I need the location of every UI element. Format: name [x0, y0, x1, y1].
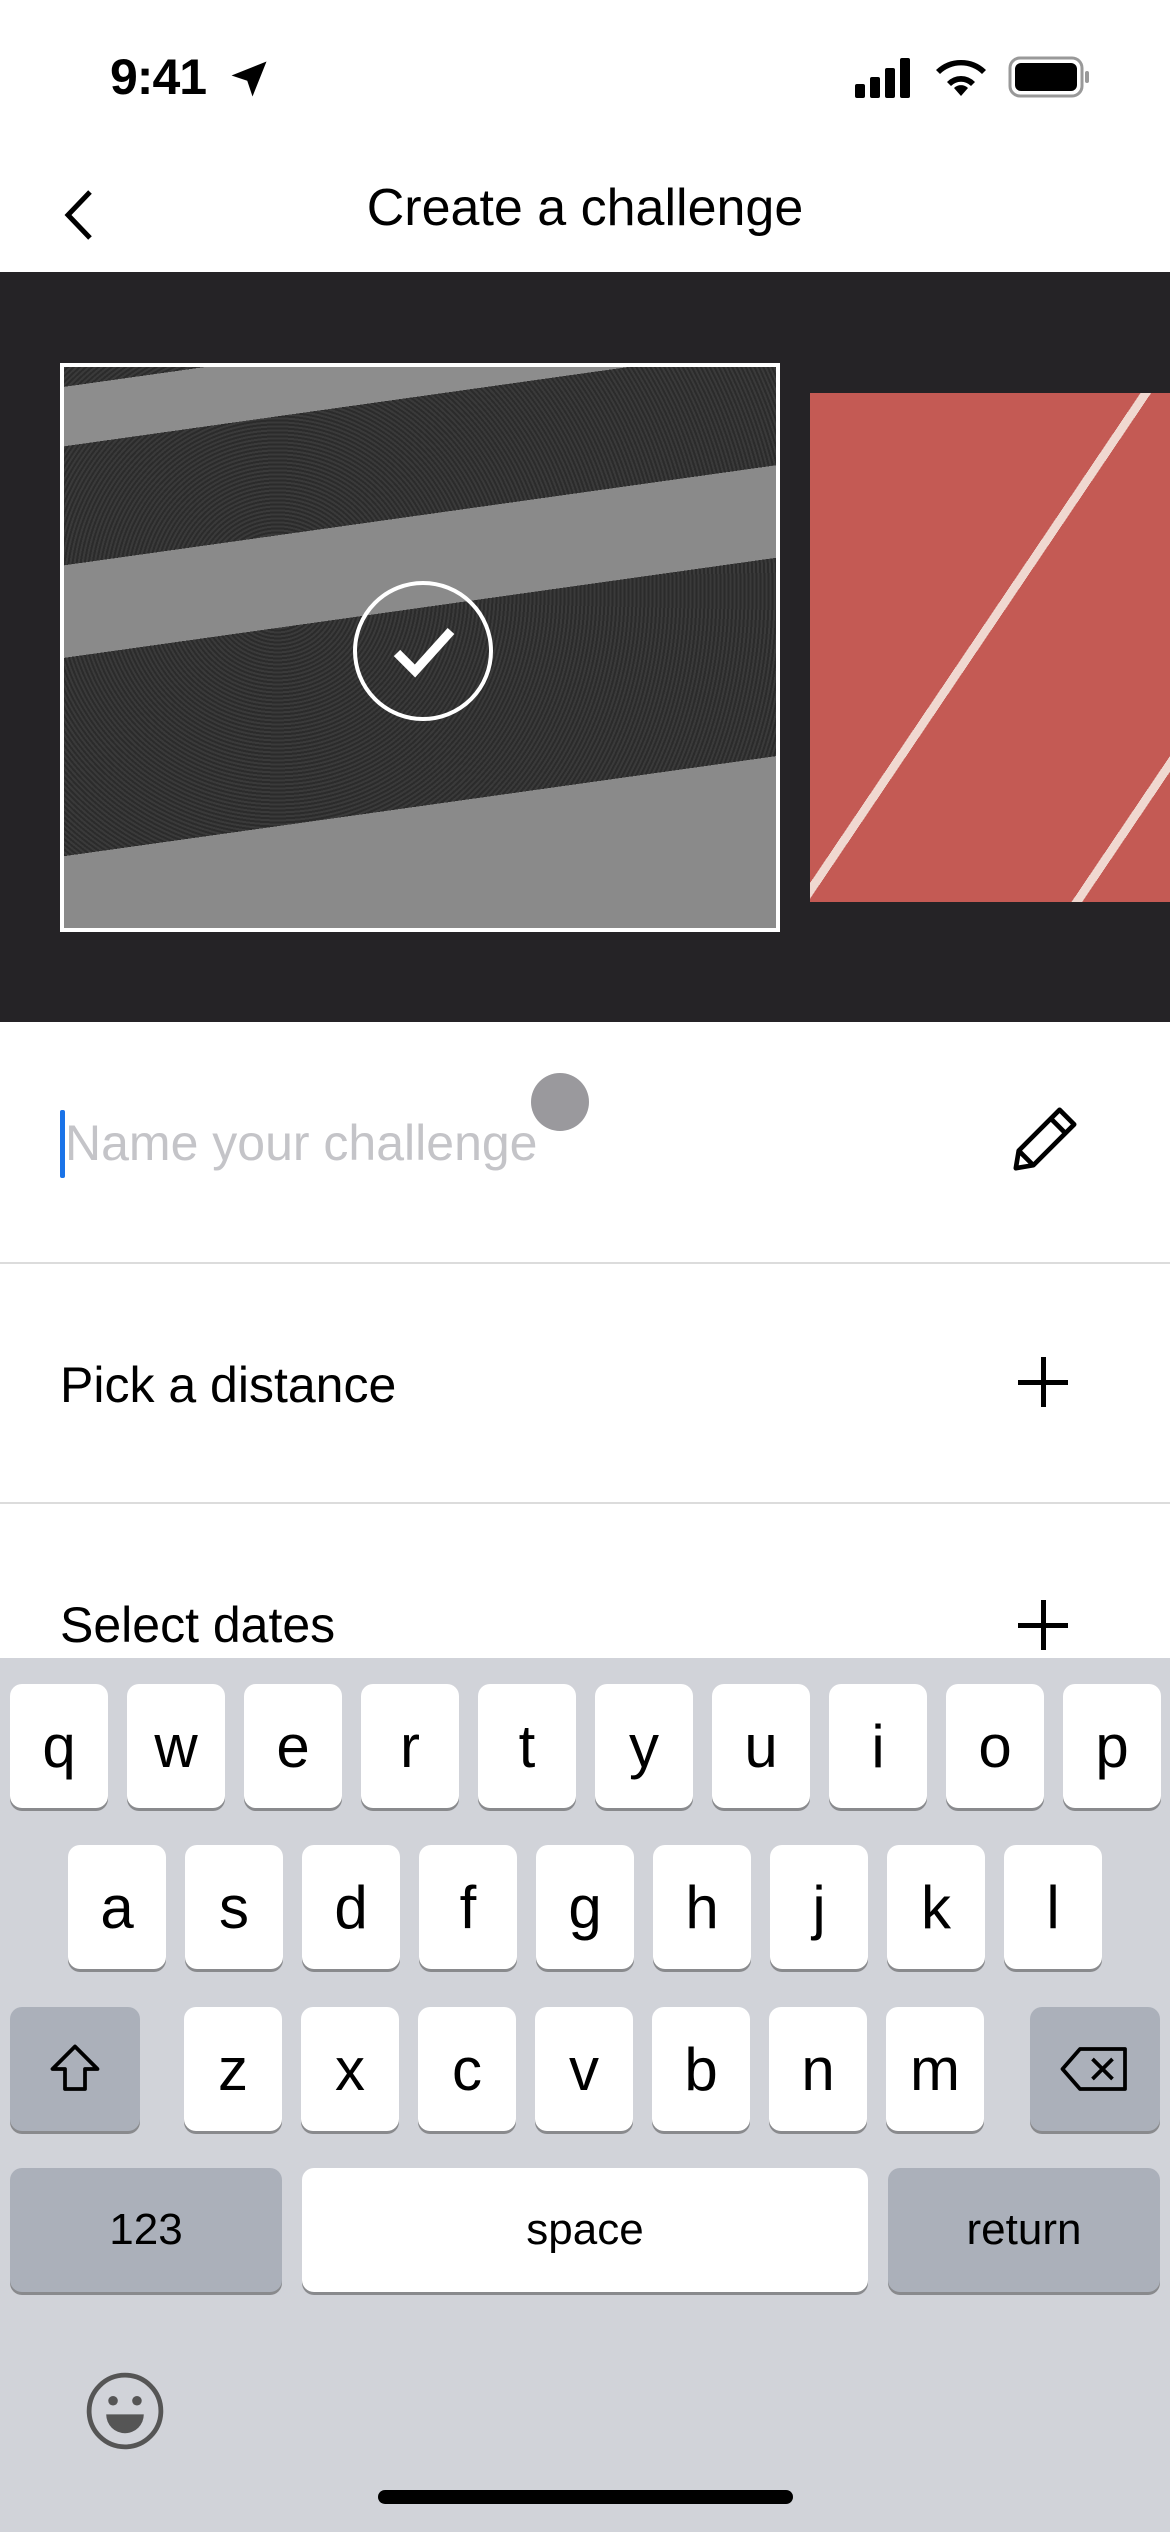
emoji-icon[interactable]: [84, 2370, 166, 2452]
space-key[interactable]: space: [302, 2168, 868, 2292]
key-c[interactable]: c: [418, 2007, 516, 2131]
touch-indicator: [531, 1073, 589, 1131]
key-a[interactable]: a: [68, 1845, 166, 1969]
key-n[interactable]: n: [769, 2007, 867, 2131]
key-w[interactable]: w: [127, 1684, 225, 1808]
cover-image-running-track[interactable]: [810, 393, 1170, 902]
shift-key[interactable]: [10, 2007, 140, 2131]
key-k[interactable]: k: [887, 1845, 985, 1969]
key-z[interactable]: z: [184, 2007, 282, 2131]
wifi-icon: [936, 59, 986, 96]
key-v[interactable]: v: [535, 2007, 633, 2131]
key-s[interactable]: s: [185, 1845, 283, 1969]
numbers-key[interactable]: 123: [10, 2168, 282, 2292]
key-y[interactable]: y: [595, 1684, 693, 1808]
challenge-name-input[interactable]: Name your challenge: [65, 1114, 538, 1172]
key-x[interactable]: x: [301, 2007, 399, 2131]
status-time: 9:41: [110, 49, 207, 105]
key-t[interactable]: t: [478, 1684, 576, 1808]
key-i[interactable]: i: [829, 1684, 927, 1808]
challenge-name-field[interactable]: Name your challenge: [0, 1022, 1170, 1264]
key-o[interactable]: o: [946, 1684, 1044, 1808]
delete-key[interactable]: [1030, 2007, 1160, 2131]
plus-icon[interactable]: [1018, 1600, 1068, 1650]
cover-image-carousel[interactable]: [0, 272, 1170, 1022]
key-h[interactable]: h: [653, 1845, 751, 1969]
battery-icon: [1008, 56, 1089, 98]
keyboard: 123 space return qwertyuiop asdfghjkl zxcv…: [0, 1658, 1170, 2532]
key-l[interactable]: l: [1004, 1845, 1102, 1969]
key-m[interactable]: m: [886, 2007, 984, 2131]
return-key[interactable]: return: [888, 2168, 1160, 2292]
pick-distance-row[interactable]: Pick a distance: [0, 1264, 1170, 1504]
key-j[interactable]: j: [770, 1845, 868, 1969]
cover-image-asphalt-selected[interactable]: [60, 363, 780, 932]
shift-icon: [50, 2044, 100, 2091]
key-q[interactable]: q: [10, 1684, 108, 1808]
key-u[interactable]: u: [712, 1684, 810, 1808]
page-title: Create a challenge: [366, 179, 804, 237]
key-g[interactable]: g: [536, 1845, 634, 1969]
pencil-icon[interactable]: [1010, 1104, 1080, 1174]
pick-distance-label: Pick a distance: [60, 1357, 397, 1413]
key-p[interactable]: p: [1063, 1684, 1161, 1808]
home-indicator: [378, 2490, 793, 2504]
backspace-icon: [1060, 2047, 1127, 2091]
key-b[interactable]: b: [652, 2007, 750, 2131]
key-r[interactable]: r: [361, 1684, 459, 1808]
select-dates-label: Select dates: [60, 1597, 336, 1653]
location-arrow-icon: [231, 61, 267, 97]
cellular-signal-icon: [855, 58, 910, 98]
key-f[interactable]: f: [419, 1845, 517, 1969]
key-d[interactable]: d: [302, 1845, 400, 1969]
key-e[interactable]: e: [244, 1684, 342, 1808]
selected-check-icon: [353, 581, 493, 721]
plus-icon[interactable]: [1018, 1357, 1068, 1407]
